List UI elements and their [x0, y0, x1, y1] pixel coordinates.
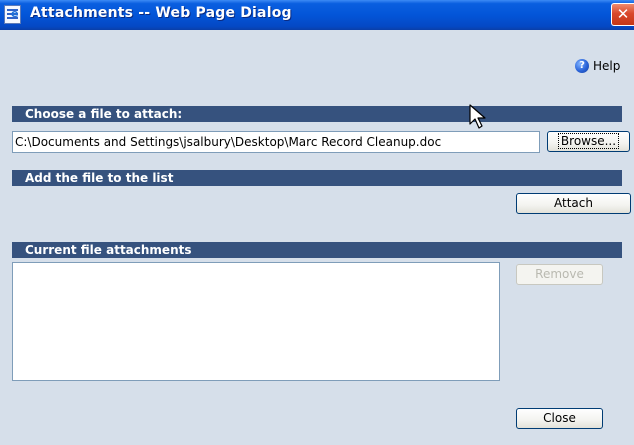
- ie-document-icon: [4, 5, 21, 24]
- title-bar[interactable]: Attachments -- Web Page Dialog ✕: [0, 0, 634, 30]
- help-link[interactable]: ? Help: [575, 57, 620, 75]
- remove-button: Remove: [516, 264, 603, 285]
- mouse-pointer-icon: [469, 104, 486, 129]
- window-title: Attachments -- Web Page Dialog: [30, 5, 292, 21]
- help-icon: ?: [575, 59, 589, 73]
- attach-button[interactable]: Attach: [516, 193, 631, 214]
- browse-button-label: Browse...: [557, 133, 620, 149]
- attachments-list[interactable]: [12, 262, 500, 381]
- add-file-header: Add the file to the list: [12, 170, 622, 186]
- current-attachments-header: Current file attachments: [12, 242, 622, 258]
- close-button[interactable]: Close: [516, 408, 603, 429]
- file-path-input[interactable]: C:\Documents and Settings\jsalbury\Deskt…: [12, 131, 540, 153]
- choose-file-header: Choose a file to attach:: [12, 106, 622, 122]
- browse-button[interactable]: Browse...: [547, 131, 630, 152]
- window-close-button[interactable]: ✕: [611, 3, 634, 26]
- help-label: Help: [593, 59, 621, 73]
